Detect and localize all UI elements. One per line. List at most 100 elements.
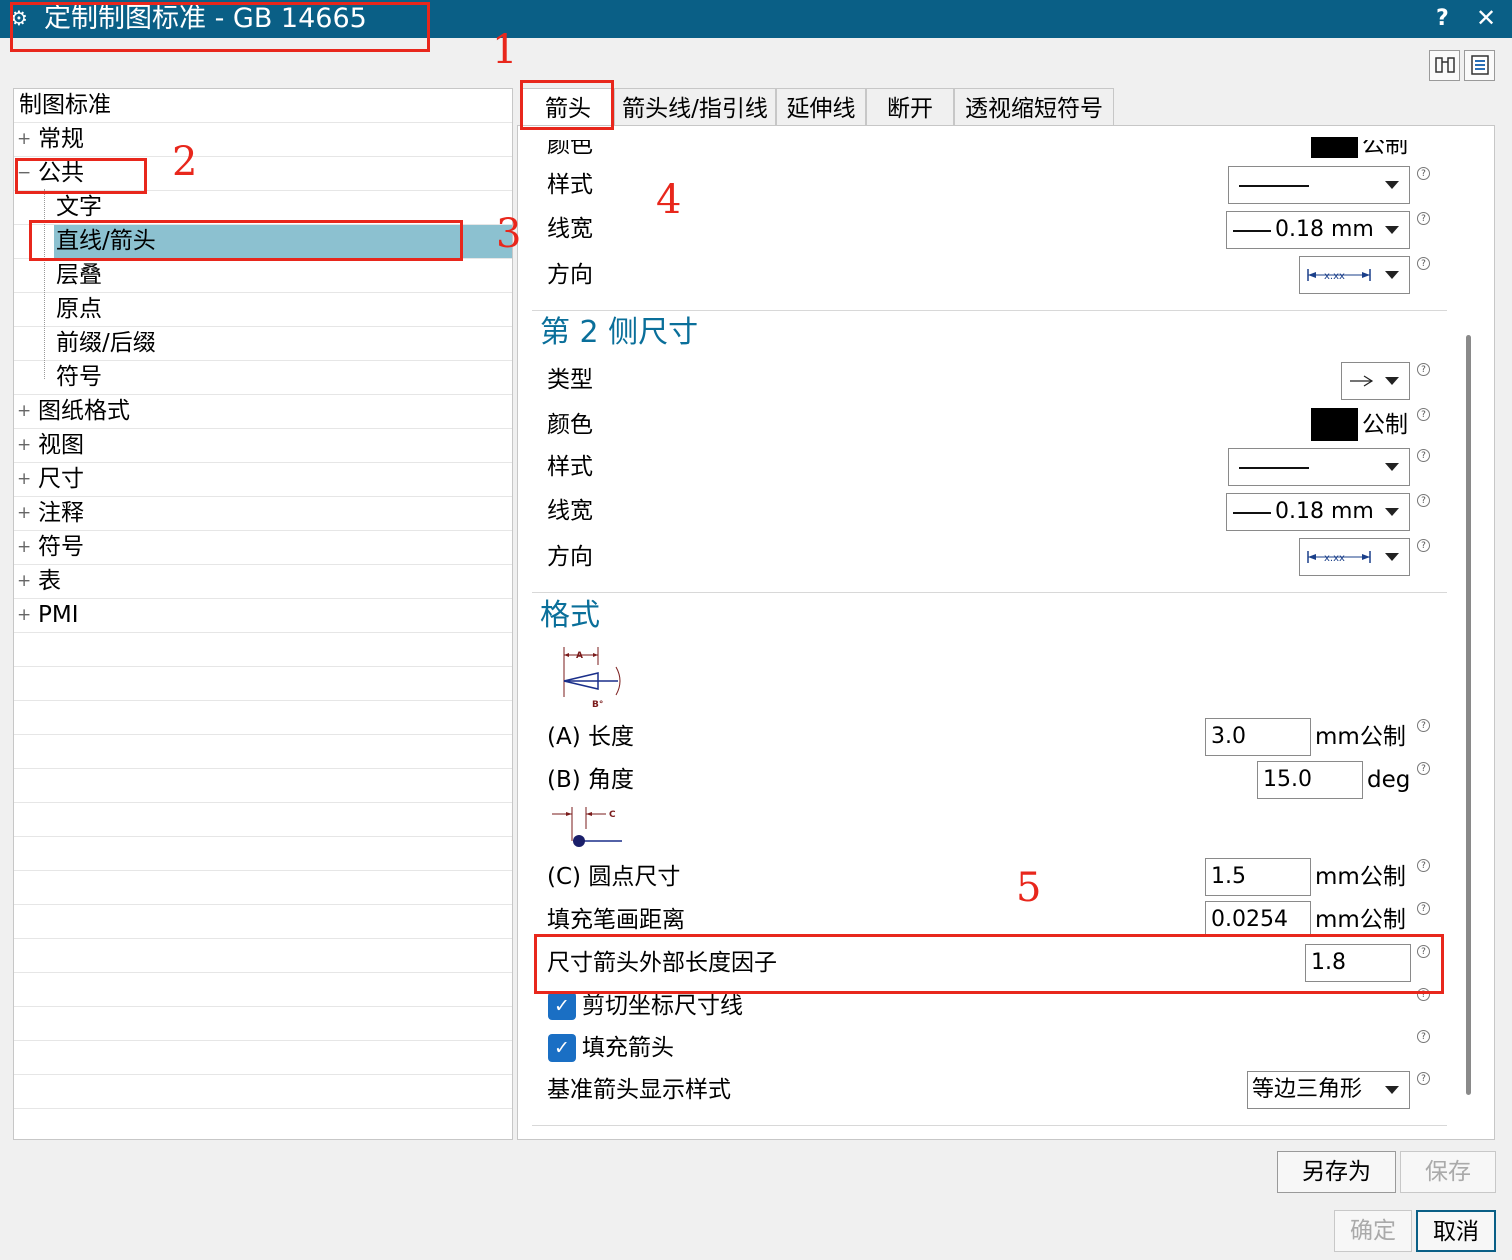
length-unit-system: 公制 [1359, 724, 1406, 750]
fill-distance-input[interactable]: 0.0254 [1205, 901, 1311, 935]
tab-extension[interactable]: 延伸线 [776, 88, 866, 128]
help-icon[interactable]: ? [1417, 494, 1430, 507]
help-button[interactable]: ? [1436, 6, 1449, 32]
tree-empty-row [14, 1075, 512, 1109]
side1-width-dropdown[interactable]: 0.18 mm [1226, 211, 1410, 249]
dot-size-label: (C) 圆点尺寸 [547, 864, 681, 890]
length-label: (A) 长度 [547, 724, 634, 750]
help-icon[interactable]: ? [1417, 363, 1430, 376]
help-icon[interactable]: ? [1417, 408, 1430, 421]
annotation-box-2 [15, 158, 147, 194]
save-as-button[interactable]: 另存为 [1277, 1151, 1396, 1193]
expand-icon[interactable]: + [17, 599, 31, 632]
tree-item-table[interactable]: + 表 [14, 565, 512, 599]
tree-empty-row [14, 905, 512, 939]
chevron-down-icon [1385, 226, 1399, 234]
direction-icon: x.xx [1307, 269, 1371, 282]
svg-text:x.xx: x.xx [1324, 271, 1345, 282]
expand-icon[interactable]: + [17, 531, 31, 564]
tree-item-symbols[interactable]: + 符号 [14, 531, 512, 565]
tab-foreshorten[interactable]: 透视缩短符号 [954, 88, 1114, 128]
side1-style-dropdown[interactable] [1228, 166, 1410, 204]
length-input[interactable]: 3.0 [1205, 718, 1311, 756]
dot-unit-value: mm [1315, 864, 1360, 890]
help-icon[interactable]: ? [1417, 449, 1430, 462]
annotation-number: 2 [172, 139, 198, 185]
format-heading: 格式 [540, 598, 600, 633]
tab-break[interactable]: 断开 [866, 88, 954, 128]
annotation-box-5 [534, 934, 1444, 994]
fill-distance-unit: mm公制 [1315, 905, 1406, 935]
arrow-type-icon [1350, 375, 1374, 387]
side2-width-value: 0.18 mm [1275, 499, 1374, 524]
help-icon[interactable]: ? [1417, 167, 1430, 180]
chevron-down-icon [1385, 181, 1399, 189]
help-icon[interactable]: ? [1417, 257, 1430, 270]
ok-button[interactable]: 确定 [1334, 1210, 1412, 1252]
save-button[interactable]: 保存 [1400, 1151, 1496, 1193]
help-icon[interactable]: ? [1417, 762, 1430, 775]
expand-icon[interactable]: + [17, 497, 31, 530]
tree-item-symbol[interactable]: 符号 [14, 361, 512, 395]
tree-item-general[interactable]: + 常规 [14, 123, 512, 157]
annotation-box-1 [10, 2, 430, 52]
expand-icon[interactable]: + [17, 123, 31, 156]
tree-item-label: 符号 [38, 534, 84, 560]
help-icon[interactable]: ? [1417, 859, 1430, 872]
fill-unit-system: 公制 [1359, 907, 1406, 933]
datum-style-dropdown[interactable]: 等边三角形 [1247, 1071, 1410, 1109]
help-icon[interactable]: ? [1417, 539, 1430, 552]
datum-label: 基准箭头显示样式 [547, 1077, 731, 1103]
help-icon[interactable]: ? [1417, 719, 1430, 732]
help-icon[interactable]: ? [1417, 1030, 1430, 1043]
help-icon[interactable]: ? [1417, 902, 1430, 915]
side1-width-value: 0.18 mm [1275, 217, 1374, 242]
side2-type-label: 类型 [547, 367, 593, 393]
tree-empty-row [14, 939, 512, 973]
side1-direction-dropdown[interactable]: x.xx [1299, 256, 1410, 294]
tree-item-label: 注释 [38, 500, 84, 526]
dot-size-input[interactable]: 1.5 [1205, 858, 1311, 896]
list-icon[interactable] [1464, 50, 1495, 81]
tree-item-stack[interactable]: 层叠 [14, 259, 512, 293]
binoculars-icon[interactable] [1429, 50, 1460, 81]
side2-type-dropdown[interactable] [1341, 362, 1410, 400]
cancel-button[interactable]: 取消 [1416, 1210, 1496, 1252]
tree-item-sheet-format[interactable]: + 图纸格式 [14, 395, 512, 429]
side2-style-dropdown[interactable] [1228, 448, 1410, 486]
side2-direction-dropdown[interactable]: x.xx [1299, 538, 1410, 576]
side1-style-label: 样式 [547, 172, 593, 198]
tab-arrow-leader[interactable]: 箭头线/指引线 [614, 88, 776, 128]
tree-item-dimension[interactable]: + 尺寸 [14, 463, 512, 497]
tree-root: 制图标准 [14, 89, 512, 123]
side2-width-dropdown[interactable]: 0.18 mm [1226, 493, 1410, 531]
tree-empty-row [14, 633, 512, 667]
tree-item-pmi[interactable]: + PMI [14, 599, 512, 633]
angle-input[interactable]: 15.0 [1257, 761, 1363, 799]
side2-style-label: 样式 [547, 454, 593, 480]
scrollbar[interactable] [1466, 335, 1471, 1095]
help-icon[interactable]: ? [1417, 1072, 1430, 1085]
clip-checkbox[interactable]: ✓ [548, 992, 576, 1020]
tree-empty-row [14, 701, 512, 735]
tree-item-label: 原点 [56, 296, 102, 322]
fill-arrow-checkbox[interactable]: ✓ [548, 1034, 576, 1062]
chevron-down-icon [1385, 377, 1399, 385]
chevron-down-icon [1385, 508, 1399, 516]
expand-icon[interactable]: + [17, 565, 31, 598]
help-icon[interactable]: ? [1417, 212, 1430, 225]
fill-arrow-label: 填充箭头 [582, 1035, 674, 1061]
tree-empty-row [14, 667, 512, 701]
close-button[interactable]: ✕ [1476, 4, 1496, 32]
tree-item-origin[interactable]: 原点 [14, 293, 512, 327]
tree-item-label: PMI [38, 602, 79, 628]
expand-icon[interactable]: + [17, 429, 31, 462]
tree-item-annotation[interactable]: + 注释 [14, 497, 512, 531]
expand-icon[interactable]: + [17, 395, 31, 428]
tree-item-prefix-suffix[interactable]: 前缀/后缀 [14, 327, 512, 361]
side2-color-swatch[interactable] [1311, 408, 1358, 441]
divider [532, 310, 1447, 311]
expand-icon[interactable]: + [17, 463, 31, 496]
tree-item-view[interactable]: + 视图 [14, 429, 512, 463]
angle-unit: deg [1367, 767, 1411, 793]
